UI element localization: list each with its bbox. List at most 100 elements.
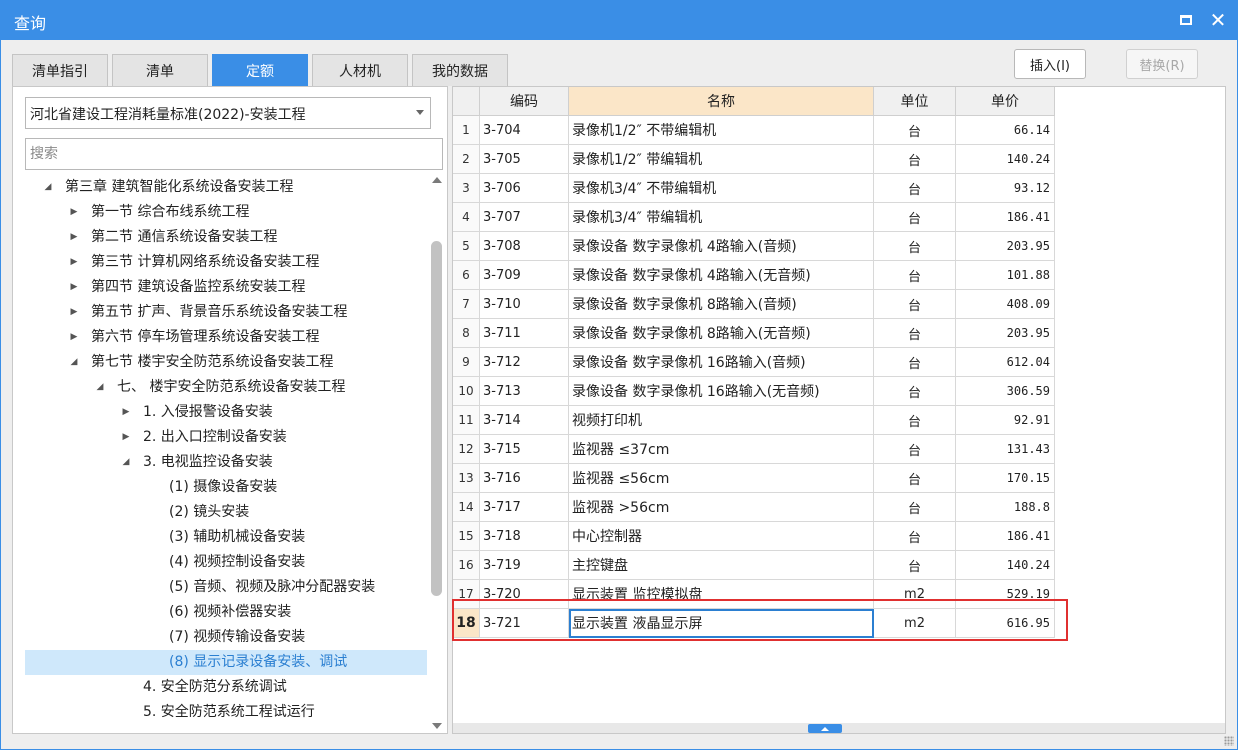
price-cell[interactable]: 612.04: [956, 348, 1055, 377]
maximize-button[interactable]: [1174, 8, 1198, 32]
name-cell[interactable]: 显示装置 监控模拟盘: [569, 580, 874, 609]
table-row[interactable]: 7 3-710 录像设备 数字录像机 8路输入(音频) 台 408.09: [453, 290, 1055, 319]
expand-arrow-icon[interactable]: ▶: [119, 400, 133, 425]
name-cell[interactable]: 显示装置 液晶显示屏: [569, 609, 874, 638]
expand-arrow-icon[interactable]: ▶: [67, 300, 81, 325]
tree-node[interactable]: ▶ 第六节 停车场管理系统设备安装工程: [25, 325, 427, 350]
search-input[interactable]: [25, 138, 443, 170]
code-cell[interactable]: 3-721: [480, 609, 569, 638]
code-cell[interactable]: 3-707: [480, 203, 569, 232]
name-cell[interactable]: 录像机3/4″ 不带编辑机: [569, 174, 874, 203]
code-cell[interactable]: 3-706: [480, 174, 569, 203]
unit-cell[interactable]: 台: [874, 435, 956, 464]
price-cell[interactable]: 306.59: [956, 377, 1055, 406]
name-cell[interactable]: 录像机1/2″ 带编辑机: [569, 145, 874, 174]
price-cell[interactable]: 203.95: [956, 232, 1055, 261]
tree-node[interactable]: 5. 安全防范系统工程试运行: [25, 700, 427, 725]
code-cell[interactable]: 3-718: [480, 522, 569, 551]
name-cell[interactable]: 录像设备 数字录像机 16路输入(无音频): [569, 377, 874, 406]
tree-node[interactable]: ▶ 第三节 计算机网络系统设备安装工程: [25, 250, 427, 275]
row-number[interactable]: 6: [453, 261, 480, 290]
code-cell[interactable]: 3-709: [480, 261, 569, 290]
unit-cell[interactable]: 台: [874, 174, 956, 203]
name-cell[interactable]: 录像设备 数字录像机 4路输入(无音频): [569, 261, 874, 290]
standard-select[interactable]: 河北省建设工程消耗量标准(2022)-安装工程: [25, 97, 431, 129]
code-cell[interactable]: 3-716: [480, 464, 569, 493]
table-row[interactable]: 12 3-715 监视器 ≤37cm 台 131.43: [453, 435, 1055, 464]
code-cell[interactable]: 3-717: [480, 493, 569, 522]
name-cell[interactable]: 录像设备 数字录像机 4路输入(音频): [569, 232, 874, 261]
price-cell[interactable]: 101.88: [956, 261, 1055, 290]
row-number[interactable]: 11: [453, 406, 480, 435]
name-cell[interactable]: 视频打印机: [569, 406, 874, 435]
code-cell[interactable]: 3-713: [480, 377, 569, 406]
code-cell[interactable]: 3-719: [480, 551, 569, 580]
unit-cell[interactable]: 台: [874, 522, 956, 551]
tab-bill[interactable]: 清单: [112, 54, 208, 86]
unit-cell[interactable]: 台: [874, 290, 956, 319]
table-row[interactable]: 18 3-721 显示装置 液晶显示屏 m2 616.95: [453, 609, 1055, 638]
code-cell[interactable]: 3-710: [480, 290, 569, 319]
expand-arrow-icon[interactable]: ▶: [67, 325, 81, 350]
unit-cell[interactable]: 台: [874, 319, 956, 348]
row-number[interactable]: 16: [453, 551, 480, 580]
tree-node[interactable]: (4) 视频控制设备安装: [25, 550, 427, 575]
row-number[interactable]: 13: [453, 464, 480, 493]
row-number[interactable]: 1: [453, 116, 480, 145]
table-row[interactable]: 14 3-717 监视器 >56cm 台 188.8: [453, 493, 1055, 522]
tree-node[interactable]: (3) 辅助机械设备安装: [25, 525, 427, 550]
tree-node[interactable]: ◢ 七、 楼宇安全防范系统设备安装工程: [25, 375, 427, 400]
price-cell[interactable]: 203.95: [956, 319, 1055, 348]
unit-cell[interactable]: 台: [874, 261, 956, 290]
name-cell[interactable]: 中心控制器: [569, 522, 874, 551]
unit-cell[interactable]: m2: [874, 580, 956, 609]
collapse-arrow-icon[interactable]: ◢: [67, 350, 81, 375]
code-cell[interactable]: 3-712: [480, 348, 569, 377]
row-number[interactable]: 8: [453, 319, 480, 348]
price-cell[interactable]: 131.43: [956, 435, 1055, 464]
row-number[interactable]: 10: [453, 377, 480, 406]
row-number[interactable]: 12: [453, 435, 480, 464]
table-horizontal-scrollbar[interactable]: [453, 723, 1225, 733]
tab-labor-material-machine[interactable]: 人材机: [312, 54, 408, 86]
tree-node[interactable]: ▶ 第一节 综合布线系统工程: [25, 200, 427, 225]
tree-node[interactable]: ▶ 2. 出入口控制设备安装: [25, 425, 427, 450]
price-cell[interactable]: 140.24: [956, 551, 1055, 580]
tree-node[interactable]: ◢ 第七节 楼宇安全防范系统设备安装工程: [25, 350, 427, 375]
expand-toggle[interactable]: [808, 724, 842, 733]
row-number[interactable]: 3: [453, 174, 480, 203]
table-row[interactable]: 11 3-714 视频打印机台 92.91: [453, 406, 1055, 435]
table-row[interactable]: 6 3-709 录像设备 数字录像机 4路输入(无音频) 台 101.88: [453, 261, 1055, 290]
table-row[interactable]: 10 3-713 录像设备 数字录像机 16路输入(无音频) 台 306.59: [453, 377, 1055, 406]
row-number[interactable]: 17: [453, 580, 480, 609]
table-row[interactable]: 3 3-706 录像机3/4″ 不带编辑机台 93.12: [453, 174, 1055, 203]
unit-cell[interactable]: 台: [874, 493, 956, 522]
table-row[interactable]: 17 3-720 显示装置 监控模拟盘 m2 529.19: [453, 580, 1055, 609]
row-number[interactable]: 2: [453, 145, 480, 174]
tree-node[interactable]: (6) 视频补偿器安装: [25, 600, 427, 625]
row-number[interactable]: 9: [453, 348, 480, 377]
price-cell[interactable]: 408.09: [956, 290, 1055, 319]
unit-cell[interactable]: 台: [874, 116, 956, 145]
code-column-header[interactable]: 编码: [480, 87, 569, 116]
unit-cell[interactable]: 台: [874, 203, 956, 232]
table-row[interactable]: 2 3-705 录像机1/2″ 带编辑机台 140.24: [453, 145, 1055, 174]
name-cell[interactable]: 主控键盘: [569, 551, 874, 580]
tree-node[interactable]: ▶ 第四节 建筑设备监控系统安装工程: [25, 275, 427, 300]
scroll-down-icon[interactable]: [432, 723, 442, 729]
tree-node[interactable]: ◢ 3. 电视监控设备安装: [25, 450, 427, 475]
price-cell[interactable]: 616.95: [956, 609, 1055, 638]
table-row[interactable]: 5 3-708 录像设备 数字录像机 4路输入(音频) 台 203.95: [453, 232, 1055, 261]
name-cell[interactable]: 录像设备 数字录像机 8路输入(无音频): [569, 319, 874, 348]
name-cell[interactable]: 监视器 ≤37cm: [569, 435, 874, 464]
unit-cell[interactable]: 台: [874, 464, 956, 493]
name-cell[interactable]: 监视器 ≤56cm: [569, 464, 874, 493]
code-cell[interactable]: 3-720: [480, 580, 569, 609]
price-cell[interactable]: 140.24: [956, 145, 1055, 174]
collapse-arrow-icon[interactable]: ◢: [93, 375, 107, 400]
unit-column-header[interactable]: 单位: [874, 87, 956, 116]
row-number[interactable]: 5: [453, 232, 480, 261]
tab-my-data[interactable]: 我的数据: [412, 54, 508, 86]
name-cell[interactable]: 录像设备 数字录像机 8路输入(音频): [569, 290, 874, 319]
name-cell[interactable]: 录像设备 数字录像机 16路输入(音频): [569, 348, 874, 377]
